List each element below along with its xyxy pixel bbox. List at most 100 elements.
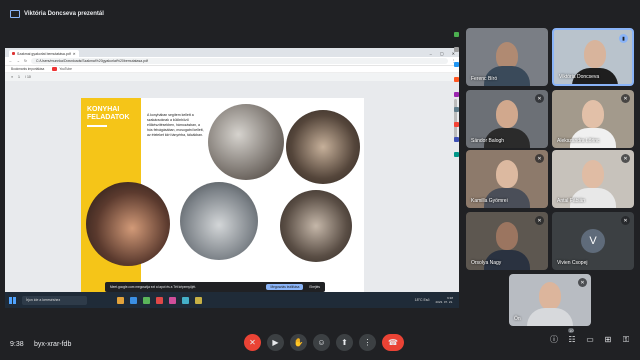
participant-video [496, 222, 518, 250]
speaking-icon: ▮ [619, 34, 628, 43]
app-icon[interactable] [182, 296, 189, 304]
mic-off-icon: ✕ [535, 94, 544, 103]
taskbar-search[interactable]: Írjon ide a kereséshez [22, 295, 87, 305]
tab-title: Szakmai gyakorlat bemutatása.pdf [17, 51, 71, 56]
raise-hand-button[interactable]: ✋ [290, 334, 307, 351]
participant-tile[interactable]: ✕ Kamilla Gyömrei [466, 150, 548, 208]
minimize-icon[interactable]: – [430, 50, 432, 57]
maximize-icon[interactable]: ▢ [440, 50, 444, 57]
leave-call-button[interactable]: ☎ [382, 334, 404, 351]
url-field[interactable]: C:/Users/munnka/Downloads/Szakmai%20gyak… [30, 58, 448, 64]
kitchen-photo-4 [180, 182, 258, 260]
back-icon[interactable]: ← [9, 59, 13, 63]
camera-icon: ▶ [272, 338, 279, 347]
meeting-time: 9:38 [10, 340, 24, 348]
address-bar: ← → ↻ C:/Users/munnka/Downloads/Szakmai%… [5, 57, 459, 66]
tool-icon[interactable] [454, 137, 459, 142]
participant-tile[interactable]: ✕ Alekszandra Lőrinc [552, 90, 634, 148]
camera-toggle-button[interactable]: ▶ [267, 334, 284, 351]
tool-icon[interactable] [454, 62, 459, 67]
tool-icon[interactable] [454, 77, 459, 82]
mic-off-icon: ✕ [578, 278, 587, 287]
mic-toggle-button[interactable]: ✕ [244, 334, 261, 351]
browser-tab[interactable]: Szakmai gyakorlat bemutatása.pdf ✕ [9, 50, 79, 57]
info-icon[interactable]: ⓘ [548, 334, 560, 345]
mic-off-icon: ✕ [621, 216, 630, 225]
store-icon[interactable] [143, 296, 150, 304]
self-view-tile[interactable]: ✕ Ön [509, 274, 591, 326]
reload-icon[interactable]: ↻ [24, 59, 27, 63]
bookmark-import[interactable]: Bookmarks importálása [11, 67, 44, 71]
more-icon: ⋮ [363, 338, 372, 347]
app-icon[interactable] [169, 296, 176, 304]
forward-icon[interactable]: → [17, 59, 21, 63]
participant-name: Viktória Doncseva [559, 74, 600, 80]
pdf-menu-icon[interactable]: ≡ [11, 75, 13, 79]
tool-icon[interactable] [454, 32, 459, 37]
youtube-icon [52, 67, 58, 71]
participant-tile[interactable]: ✕ Antal Fábián [552, 150, 634, 208]
bookmark-youtube-label: YouTube [59, 67, 72, 71]
meeting-side-controls: ⓘ ☷ 10 ▭ ⊞ ⚿ [548, 328, 632, 345]
mic-off-icon: ✕ [249, 338, 256, 347]
participant-name: Ferenc Bíró [471, 76, 498, 82]
participant-tile[interactable]: V ✕ Vivien Csopej [552, 212, 634, 270]
chrome-icon[interactable] [156, 296, 163, 304]
pdf-viewer[interactable]: KONYHAI FELADATOK A konyhában segítem ke… [5, 81, 459, 308]
presenting-bar: Viktória Doncseva prezentál [0, 0, 640, 28]
participant-video [496, 100, 518, 128]
side-tool-strip [454, 30, 461, 310]
participant-avatar: V [581, 229, 605, 253]
bookmarks-bar: Bookmarks importálása YouTube [5, 66, 459, 73]
participant-count-badge: 10 [568, 328, 575, 333]
call-controls: ✕ ▶ ✋ ☺ ⬆ ⋮ ☎ [244, 334, 404, 351]
participant-name: Orsolya Nagy [471, 260, 502, 266]
stop-sharing-button[interactable]: Megosztás leállítása [266, 284, 304, 290]
participant-video [582, 160, 604, 188]
people-icon[interactable]: ☷ 10 [566, 328, 578, 344]
host-controls-icon[interactable]: ⚿ [620, 335, 632, 345]
tool-icon[interactable] [454, 107, 459, 112]
close-tab-icon[interactable]: ✕ [73, 52, 76, 56]
participant-tile-active-speaker[interactable]: ▮ Viktória Doncseva [552, 28, 634, 86]
chat-icon[interactable]: ▭ [584, 335, 596, 344]
tool-icon[interactable] [454, 152, 459, 157]
present-icon: ⬆ [341, 338, 348, 347]
participant-tile[interactable]: ✕ Sándor Balogh [466, 90, 548, 148]
mic-off-icon: ✕ [535, 216, 544, 225]
participant-name: Kamilla Gyömrei [471, 198, 508, 204]
mic-off-icon: ✕ [621, 154, 630, 163]
url-text: C:/Users/munnka/Downloads/Szakmai%20gyak… [35, 59, 148, 63]
tool-icon[interactable] [454, 122, 459, 127]
emoji-icon: ☺ [317, 338, 326, 347]
self-video [527, 308, 573, 326]
participant-tile[interactable]: ✕ Orsolya Nagy [466, 212, 548, 270]
kitchen-photo-3 [86, 182, 170, 266]
pdf-page-total: / 10 [25, 75, 31, 79]
hide-button[interactable]: Elrejtés [309, 285, 320, 289]
app-icon[interactable] [195, 296, 202, 304]
meeting-code[interactable]: byx-xrar-fdb [34, 341, 71, 348]
file-explorer-icon[interactable] [117, 296, 124, 304]
pdf-page-number[interactable]: 1 [18, 75, 20, 79]
activities-icon[interactable]: ⊞ [602, 335, 614, 344]
windows-start-icon[interactable] [9, 296, 16, 304]
tool-icon[interactable] [454, 47, 459, 52]
heading-underline [87, 125, 107, 127]
kitchen-photo-5 [280, 190, 352, 262]
slide-body: A konyhában segítem kellett a szakácsokn… [147, 113, 204, 137]
phone-hangup-icon: ☎ [388, 338, 398, 347]
edge-icon[interactable] [130, 296, 137, 304]
taskbar-search-text: Írjon ide a kereséshez [26, 298, 61, 302]
participant-tile[interactable]: Ferenc Bíró [466, 28, 548, 86]
hand-icon: ✋ [293, 338, 304, 347]
bookmark-youtube[interactable]: YouTube [52, 67, 72, 71]
present-button[interactable]: ⬆ [336, 334, 353, 351]
tool-icon[interactable] [454, 92, 459, 97]
pdf-page: KONYHAI FELADATOK A konyhában segítem ke… [81, 98, 364, 296]
more-options-button[interactable]: ⋮ [359, 334, 376, 351]
participant-name: Sándor Balogh [471, 138, 505, 144]
reactions-button[interactable]: ☺ [313, 334, 330, 351]
participant-name: Vivien Csopej [557, 260, 588, 266]
meeting-bottom-bar: 9:38 byx-xrar-fdb ✕ ▶ ✋ ☺ ⬆ ⋮ ☎ ⓘ ☷ 10 ▭ … [0, 328, 640, 360]
